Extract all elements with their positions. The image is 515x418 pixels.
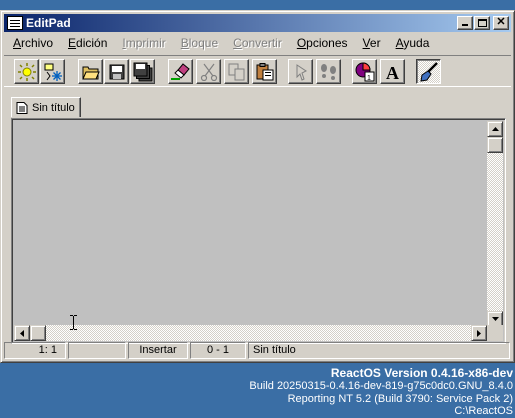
minimize-button[interactable] xyxy=(457,16,473,30)
mark-button[interactable] xyxy=(288,59,313,84)
editpad-window: EditPad ✕ Archivo Edición Imprimir Bloqu… xyxy=(0,10,515,363)
font-button[interactable]: A xyxy=(380,59,405,84)
vertical-scroll-thumb[interactable] xyxy=(487,137,503,153)
font-letter-a-icon: A xyxy=(386,63,399,81)
status-bar: 1: 1 Insertar 0 - 1 Sin título xyxy=(4,340,511,360)
clear-button[interactable] xyxy=(168,59,193,84)
arrow-left-icon xyxy=(20,329,24,337)
desktop-version-watermark: ReactOS Version 0.4.16-x86-dev Build 202… xyxy=(249,366,513,418)
menu-convertir[interactable]: Convertir xyxy=(224,35,288,52)
new-file-button[interactable] xyxy=(14,59,39,84)
open-button[interactable] xyxy=(78,59,103,84)
menu-edicion[interactable]: Edición xyxy=(59,35,113,52)
save-disk-icon xyxy=(109,64,124,79)
horizontal-scrollbar[interactable] xyxy=(14,325,487,341)
arrow-right-icon xyxy=(477,329,481,337)
reporting-info: Reporting NT 5.2 (Build 3790: Service Pa… xyxy=(287,392,513,405)
statistics-pie-icon: 1 xyxy=(355,61,374,82)
cut-button[interactable] xyxy=(196,59,221,84)
copy-button[interactable] xyxy=(224,59,249,84)
vertical-scrollbar[interactable] xyxy=(487,121,503,327)
menu-ver[interactable]: Ver xyxy=(354,35,387,52)
word-wrap-toggle[interactable] xyxy=(416,59,441,84)
scroll-left-button[interactable] xyxy=(14,325,30,341)
goto-button[interactable] xyxy=(316,59,341,84)
save-all-button[interactable] xyxy=(130,59,155,84)
status-insert-mode: Insertar xyxy=(128,342,188,359)
status-cursor-position: 1: 1 xyxy=(4,342,66,359)
paste-button[interactable] xyxy=(252,59,277,84)
menu-opciones[interactable]: Opciones xyxy=(288,35,354,52)
text-editor-area[interactable] xyxy=(11,118,506,344)
build-info: Build 20250315-0.4.16-dev-819-g75c0dc0.G… xyxy=(249,380,513,392)
scroll-right-button[interactable] xyxy=(471,325,487,341)
scroll-up-button[interactable] xyxy=(487,121,503,137)
svg-text:A: A xyxy=(386,63,399,81)
svg-text:1: 1 xyxy=(367,75,371,82)
title-bar[interactable]: EditPad ✕ xyxy=(4,14,511,32)
new-sun-icon xyxy=(17,62,36,81)
save-all-disks-icon xyxy=(133,62,152,81)
menu-ayuda[interactable]: Ayuda xyxy=(387,35,436,52)
menu-bar: Archivo Edición Imprimir Bloque Converti… xyxy=(4,34,435,53)
arrow-down-icon xyxy=(491,317,499,321)
save-button[interactable] xyxy=(104,59,129,84)
close-icon: ✕ xyxy=(496,16,506,28)
horizontal-scroll-thumb[interactable] xyxy=(30,325,46,341)
tab-sin-titulo[interactable]: Sin título xyxy=(11,97,81,117)
footsteps-icon xyxy=(320,63,336,80)
word-wrap-brush-icon xyxy=(419,61,438,82)
status-panel-empty xyxy=(68,342,126,359)
toolbar: 1 A xyxy=(4,55,511,87)
copy-icon xyxy=(228,63,244,80)
paste-clipboard-icon xyxy=(256,62,273,80)
window-title: EditPad xyxy=(26,16,71,30)
new-window-button[interactable] xyxy=(40,59,65,84)
menu-imprimir[interactable]: Imprimir xyxy=(113,35,171,52)
close-button[interactable]: ✕ xyxy=(493,16,509,30)
mark-pin-icon xyxy=(296,63,307,81)
eraser-icon xyxy=(170,62,190,80)
cut-scissors-icon xyxy=(200,63,217,81)
tab-label: Sin título xyxy=(32,101,75,114)
caption-buttons: ✕ xyxy=(456,16,509,30)
open-folder-icon xyxy=(81,66,100,79)
app-notepad-icon xyxy=(7,16,23,30)
scrollbar-corner xyxy=(487,325,503,341)
version-title: ReactOS Version 0.4.16-x86-dev xyxy=(330,366,513,380)
document-icon xyxy=(16,101,28,114)
status-filename: Sin título xyxy=(248,342,510,359)
status-selection: 0 - 1 xyxy=(190,342,246,359)
new-snowflake-icon xyxy=(44,63,62,81)
arrow-up-icon xyxy=(491,127,499,131)
statistics-button[interactable]: 1 xyxy=(352,59,377,84)
menu-archivo[interactable]: Archivo xyxy=(4,35,59,52)
ibeam-cursor-icon xyxy=(70,315,77,330)
menu-bloque[interactable]: Bloque xyxy=(172,35,224,52)
maximize-button[interactable] xyxy=(474,16,490,30)
